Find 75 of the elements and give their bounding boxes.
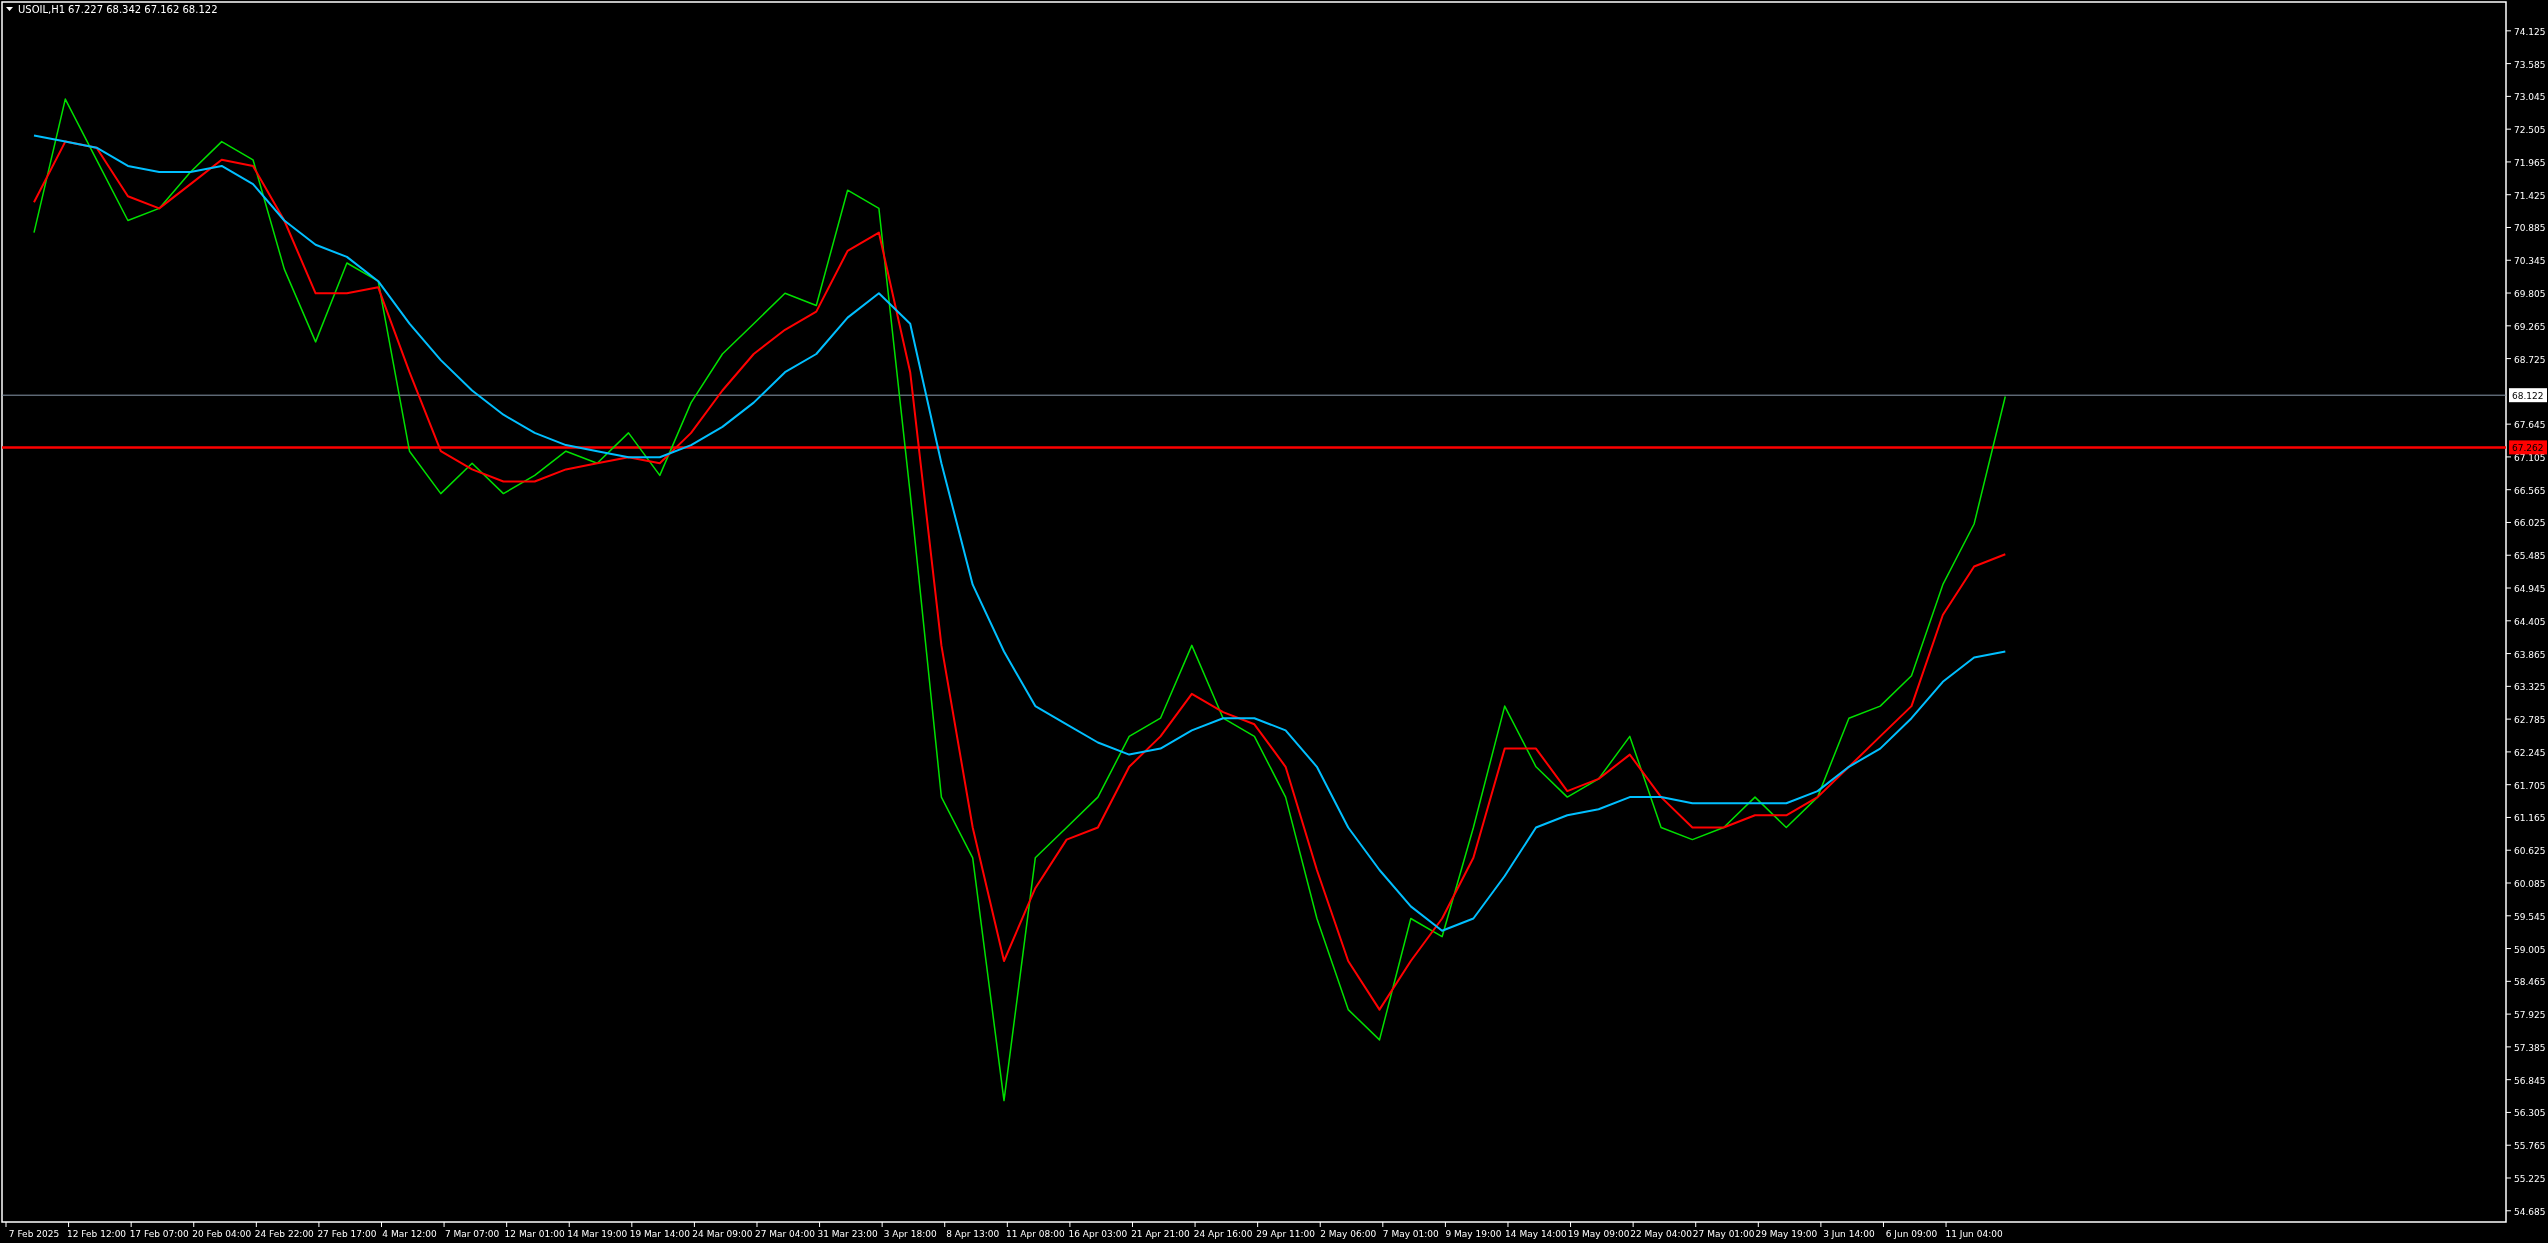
- time-axis-label: 21 Apr 21:00: [1131, 1229, 1190, 1239]
- time-axis-label: 27 Mar 04:00: [754, 1229, 816, 1239]
- time-axis-label: 9 May 19:00: [1445, 1229, 1502, 1239]
- time-axis-label: 3 Apr 18:00: [883, 1229, 937, 1239]
- time-axis-label: 7 May 01:00: [1382, 1229, 1439, 1239]
- time-axis-label: 24 Mar 09:00: [692, 1229, 753, 1239]
- time-axis-label: 17 Feb 07:00: [129, 1229, 189, 1239]
- price-axis-label: 55.225: [2514, 1174, 2546, 1184]
- price-level-line[interactable]: [1, 394, 2507, 396]
- price-axis-label: 62.785: [2514, 715, 2546, 726]
- ohlc-values: 67.227 68.342 67.162 68.122: [68, 4, 218, 15]
- time-axis-label: 8 Apr 13:00: [946, 1229, 1000, 1239]
- price-axis-label: 70.885: [2514, 223, 2546, 234]
- price-axis-label: 64.945: [2514, 584, 2546, 594]
- price-axis-label: 74.125: [2514, 26, 2546, 37]
- time-axis-label: 27 May 01:00: [1692, 1229, 1755, 1239]
- price-axis-label: 72.505: [2514, 125, 2546, 136]
- price-axis-label: 69.265: [2514, 321, 2546, 332]
- price-axis-label: 60.625: [2514, 846, 2546, 857]
- price-level-label: 67.262: [2509, 440, 2547, 455]
- price-axis-label: 56.305: [2514, 1108, 2546, 1119]
- price-axis-label: 73.585: [2514, 59, 2546, 70]
- price-axis-label: 64.405: [2514, 616, 2546, 627]
- symbol-label: USOIL,H1: [18, 4, 66, 15]
- price-axis-label: 66.565: [2514, 485, 2546, 496]
- price-axis-label: 60.085: [2514, 879, 2546, 889]
- time-axis-label: 14 May 14:00: [1505, 1229, 1567, 1239]
- price-level-label: 68.122: [2509, 388, 2547, 403]
- time-axis-label: 29 Apr 11:00: [1256, 1229, 1315, 1239]
- price-axis-label: 69.805: [2514, 289, 2546, 300]
- price-axis-label: 57.385: [2514, 1042, 2546, 1053]
- price-axis-label: 63.325: [2514, 682, 2546, 693]
- time-axis-label: 24 Apr 16:00: [1193, 1229, 1253, 1239]
- time-axis-label: 31 Mar 23:00: [817, 1229, 878, 1239]
- time-axis-label: 11 Apr 08:00: [1005, 1229, 1065, 1239]
- dropdown-triangle-icon[interactable]: [6, 7, 13, 11]
- time-axis-label: 3 Jun 14:00: [1823, 1229, 1875, 1239]
- time-axis-label: 14 Mar 19:00: [567, 1229, 628, 1239]
- price-axis-label: 55.765: [2514, 1141, 2546, 1152]
- price-axis-label: 58.465: [2514, 977, 2546, 988]
- price-level-line[interactable]: [2, 446, 2506, 449]
- time-axis-label: 22 May 04:00: [1630, 1229, 1692, 1239]
- time-axis-label: 20 Feb 04:00: [192, 1229, 252, 1239]
- price-axis-label: 63.865: [2514, 649, 2546, 660]
- price-axis-label: 67.105: [2514, 452, 2546, 463]
- price-axis-label: 73.045: [2514, 92, 2546, 103]
- price-axis-label: 61.165: [2514, 813, 2546, 824]
- price-axis-label: 59.545: [2514, 911, 2546, 922]
- time-axis-label: 6 Jun 09:00: [1885, 1229, 1938, 1239]
- time-axis-label: 2 May 06:00: [1320, 1229, 1377, 1239]
- time-axis-label: 19 May 09:00: [1567, 1229, 1630, 1239]
- price-axis-label: 67.645: [2514, 420, 2546, 431]
- time-axis-label: 24 Feb 22:00: [254, 1229, 314, 1239]
- time-axis-label: 4 Mar 12:00: [382, 1229, 437, 1239]
- time-axis-label: 11 Jun 04:00: [1945, 1229, 2003, 1239]
- time-axis-label: 7 Feb 2025: [8, 1229, 60, 1239]
- time-axis-label: 7 Mar 07:00: [444, 1229, 500, 1239]
- price-axis-label: 70.345: [2514, 256, 2546, 267]
- price-axis-label: 71.425: [2514, 190, 2546, 201]
- price-axis-label: 71.965: [2514, 157, 2546, 168]
- time-axis-label: 12 Mar 01:00: [504, 1229, 565, 1239]
- price-axis-label: 54.685: [2514, 1206, 2546, 1217]
- time-axis-label: 16 Apr 03:00: [1068, 1229, 1128, 1239]
- price-axis-label: 65.485: [2514, 551, 2546, 562]
- time-axis-label: 12 Feb 12:00: [67, 1229, 127, 1239]
- price-axis-label: 61.705: [2514, 780, 2546, 791]
- price-axis-label: 56.845: [2514, 1075, 2546, 1086]
- price-axis-label: 62.245: [2514, 747, 2546, 758]
- time-axis-label: 19 Mar 14:00: [629, 1229, 690, 1239]
- time-axis-label: 29 May 19:00: [1755, 1229, 1818, 1239]
- price-axis-label: 66.025: [2514, 518, 2546, 529]
- price-axis-label: 57.925: [2514, 1010, 2546, 1021]
- time-axis-label: 27 Feb 17:00: [317, 1229, 377, 1239]
- price-axis-label: 68.725: [2514, 354, 2546, 365]
- price-axis-label: 59.005: [2514, 944, 2546, 955]
